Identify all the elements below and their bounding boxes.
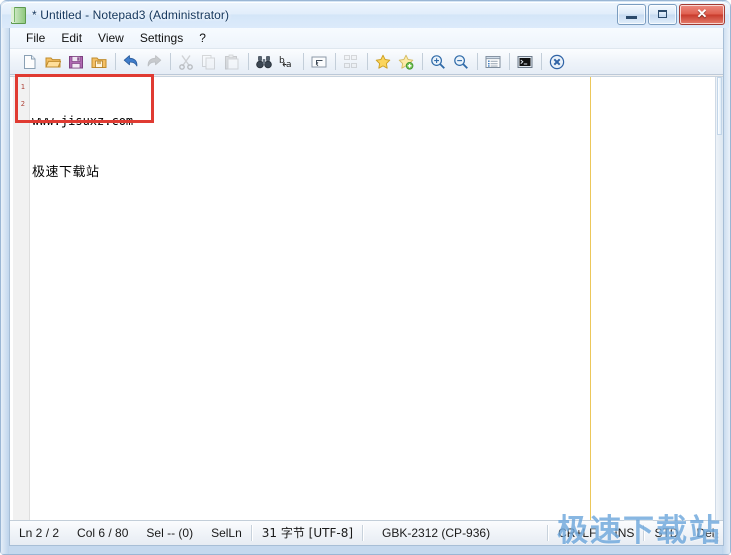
maximize-button[interactable] (648, 4, 677, 25)
text-editor-area[interactable]: 1 2 www.jisuxz.com 极速下载站 (10, 76, 723, 520)
undo-icon[interactable] (120, 51, 142, 73)
toolbar-separator (303, 53, 304, 70)
svg-text:a: a (286, 60, 292, 70)
toolbar: b a (10, 49, 723, 75)
save-as-icon[interactable] (88, 51, 110, 73)
toolbar-separator (170, 53, 171, 70)
notepad-icon (10, 7, 26, 24)
console-icon[interactable] (514, 51, 536, 73)
toolbar-separator (509, 53, 510, 70)
editor-line: www.jisuxz.com (32, 114, 134, 128)
menu-settings[interactable]: Settings (132, 29, 191, 48)
zoom-in-icon[interactable] (427, 51, 449, 73)
status-insert-mode: INS (614, 525, 635, 540)
minimize-icon (626, 16, 637, 19)
status-column: Col 6 / 80 (77, 525, 129, 540)
line-number: 1 (20, 83, 25, 91)
exit-icon[interactable] (546, 51, 568, 73)
toolbar-separator (541, 53, 542, 70)
new-file-icon[interactable] (19, 51, 41, 73)
line-number-gutter (13, 77, 30, 520)
scheme-icon[interactable] (482, 51, 504, 73)
window-controls: ✕ (617, 4, 725, 25)
toolbar-separator (248, 53, 249, 70)
status-bytes: 31 字节 [UTF-8] (261, 525, 354, 540)
minimize-button[interactable] (617, 4, 646, 25)
save-icon[interactable] (65, 51, 87, 73)
replace-icon[interactable]: b a (276, 51, 298, 73)
menu-file[interactable]: File (18, 29, 53, 48)
open-file-icon[interactable] (42, 51, 64, 73)
editor-text-content[interactable]: www.jisuxz.com 极速下载站 (32, 79, 709, 520)
resize-grip[interactable] (708, 531, 720, 543)
close-button[interactable]: ✕ (679, 4, 725, 25)
line-number: 2 (20, 100, 25, 108)
vertical-scrollbar-thumb[interactable] (717, 77, 722, 135)
status-selection-lines: SelLn (211, 525, 242, 540)
toolbar-separator (422, 53, 423, 70)
window-frame-left (1, 1, 9, 554)
align-icon (340, 51, 362, 73)
toolbar-separator (477, 53, 478, 70)
status-bar: Ln 2 / 2 Col 6 / 80 Sel -- (0) SelLn 31 … (10, 520, 723, 545)
find-icon[interactable] (253, 51, 275, 73)
favorites-icon[interactable] (372, 51, 394, 73)
editor-line: 极速下载站 (32, 165, 100, 180)
application-window: * Untitled - Notepad3 (Administrator) ✕ … (0, 0, 731, 555)
title-bar[interactable]: * Untitled - Notepad3 (Administrator) ✕ (2, 2, 729, 28)
client-area: File Edit View Settings ? b a 1 2 www.ji… (9, 28, 724, 546)
status-eol: CR+LF (558, 525, 597, 540)
svg-text:b: b (279, 56, 285, 66)
status-encoding: GBK-2312 (CP-936) (382, 525, 491, 540)
menu-edit[interactable]: Edit (53, 29, 90, 48)
close-icon: ✕ (696, 6, 708, 21)
menu-help[interactable]: ? (191, 29, 214, 48)
word-wrap-icon[interactable] (308, 51, 330, 73)
window-title: * Untitled - Notepad3 (Administrator) (32, 8, 230, 22)
toolbar-separator (115, 53, 116, 70)
toolbar-separator (335, 53, 336, 70)
menu-view[interactable]: View (90, 29, 132, 48)
menu-bar: File Edit View Settings ? (10, 28, 723, 49)
status-line: Ln 2 / 2 (19, 525, 60, 540)
paste-icon (221, 51, 243, 73)
maximize-icon (658, 10, 667, 18)
status-doc-mode: STD (654, 525, 679, 540)
copy-icon (198, 51, 220, 73)
redo-icon (143, 51, 165, 73)
cut-icon (175, 51, 197, 73)
line-numbers: 1 2 (10, 79, 26, 113)
zoom-out-icon[interactable] (450, 51, 472, 73)
toolbar-separator (367, 53, 368, 70)
status-selection: Sel -- (0) (146, 525, 194, 540)
vertical-scrollbar[interactable] (715, 77, 723, 520)
add-favorite-icon[interactable] (395, 51, 417, 73)
